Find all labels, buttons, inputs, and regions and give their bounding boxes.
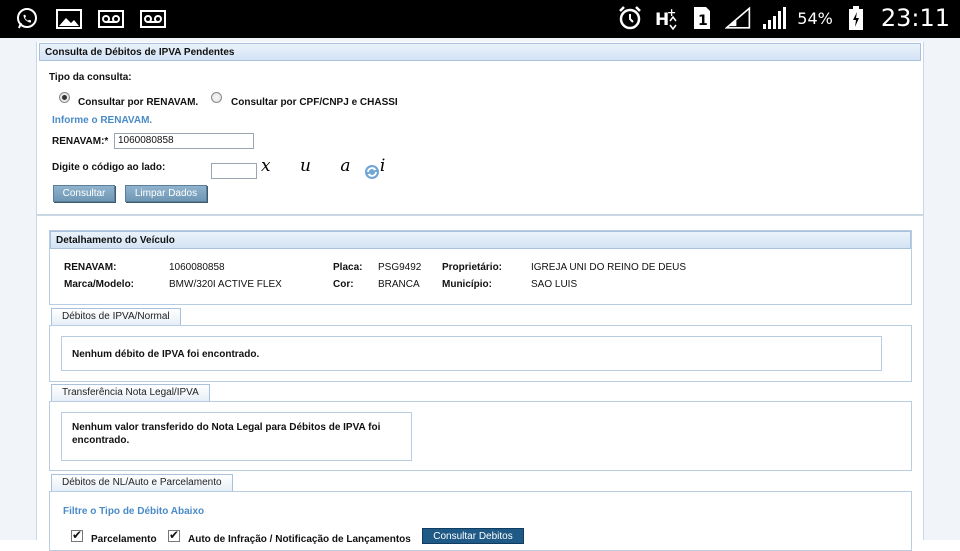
nota-legal-message-line2: encontrado. xyxy=(72,435,130,446)
battery-percent: 54% xyxy=(797,8,833,28)
limpar-dados-button[interactable]: Limpar Dados xyxy=(125,185,207,202)
informe-renavam-hint: Informe o RENAVAM. xyxy=(52,115,153,126)
consultar-debitos-button[interactable]: Consultar Debitos xyxy=(422,528,524,544)
sim-1-icon: 1 xyxy=(689,5,715,31)
page: Consulta de Débitos de IPVA Pendentes Ti… xyxy=(0,38,960,551)
clock: 23:11 xyxy=(880,4,950,32)
radio-renavam[interactable] xyxy=(59,92,70,103)
status-bar: H + 1 54% 23:11 xyxy=(0,0,960,38)
section-divider xyxy=(37,214,923,216)
captcha-input[interactable] xyxy=(211,163,257,179)
refresh-captcha-icon[interactable] xyxy=(364,164,380,183)
auto-infracao-checkbox[interactable] xyxy=(168,528,180,542)
placa-label: Placa: xyxy=(333,262,363,273)
parcelamento-checkbox[interactable] xyxy=(71,528,83,542)
svg-text:1: 1 xyxy=(698,13,708,29)
whatsapp-icon xyxy=(14,6,40,32)
ipva-normal-message: Nenhum débito de IPVA foi encontrado. xyxy=(61,336,882,371)
svg-text:+: + xyxy=(667,6,676,19)
tab-ipva-normal[interactable]: Débitos de IPVA/Normal xyxy=(51,308,181,325)
battery-icon xyxy=(843,5,869,31)
municipio-label: Município: xyxy=(442,279,492,290)
municipio-value: SAO LUIS xyxy=(531,279,578,290)
voicemail-icon xyxy=(140,6,166,32)
signal-icon xyxy=(761,5,787,31)
content-frame: Consulta de Débitos de IPVA Pendentes Ti… xyxy=(36,42,924,551)
hplus-icon: H + xyxy=(653,5,679,31)
radio-cpf-chassi[interactable] xyxy=(211,92,222,103)
nota-legal-message-line1: Nenhum valor transferido do Nota Legal p… xyxy=(72,422,381,433)
veiculo-renavam-label: RENAVAM: xyxy=(64,262,117,273)
alarm-icon xyxy=(617,5,643,31)
proprietario-value: IGREJA UNI DO REINO DE DEUS xyxy=(531,262,687,273)
renavam-input[interactable]: 1060080858 xyxy=(114,133,254,149)
radio-cpf-chassi-label[interactable]: Consultar por CPF/CNPJ e CHASSI xyxy=(231,97,398,108)
voicemail-icon xyxy=(98,6,124,32)
proprietario-label: Proprietário: xyxy=(442,262,503,273)
consulta-header: Consulta de Débitos de IPVA Pendentes xyxy=(39,43,921,61)
tab-nota-legal[interactable]: Transferência Nota Legal/IPVA xyxy=(51,384,210,401)
filtro-label: Filtre o Tipo de Débito Abaixo xyxy=(63,506,205,517)
renavam-label: RENAVAM:* xyxy=(52,136,109,147)
veiculo-header: Detalhamento do Veículo xyxy=(50,231,911,249)
tab-nl-auto[interactable]: Débitos de NL/Auto e Parcelamento xyxy=(51,474,233,491)
cor-label: Cor: xyxy=(333,279,354,290)
marca-value: BMW/320I ACTIVE FLEX xyxy=(169,279,282,290)
radio-renavam-label[interactable]: Consultar por RENAVAM. xyxy=(78,97,198,108)
tipo-consulta-label: Tipo da consulta: xyxy=(49,72,132,83)
consultar-button[interactable]: Consultar xyxy=(53,185,115,202)
nota-legal-message: Nenhum valor transferido do Nota Legal p… xyxy=(61,412,412,461)
marca-label: Marca/Modelo: xyxy=(64,279,135,290)
cor-value: BRANCA xyxy=(378,279,420,290)
signal-icon xyxy=(725,5,751,31)
veiculo-renavam-value: 1060080858 xyxy=(169,262,225,273)
codigo-label: Digite o código ao lado: xyxy=(52,162,166,173)
placa-value: PSG9492 xyxy=(378,262,422,273)
gallery-icon xyxy=(56,6,82,32)
